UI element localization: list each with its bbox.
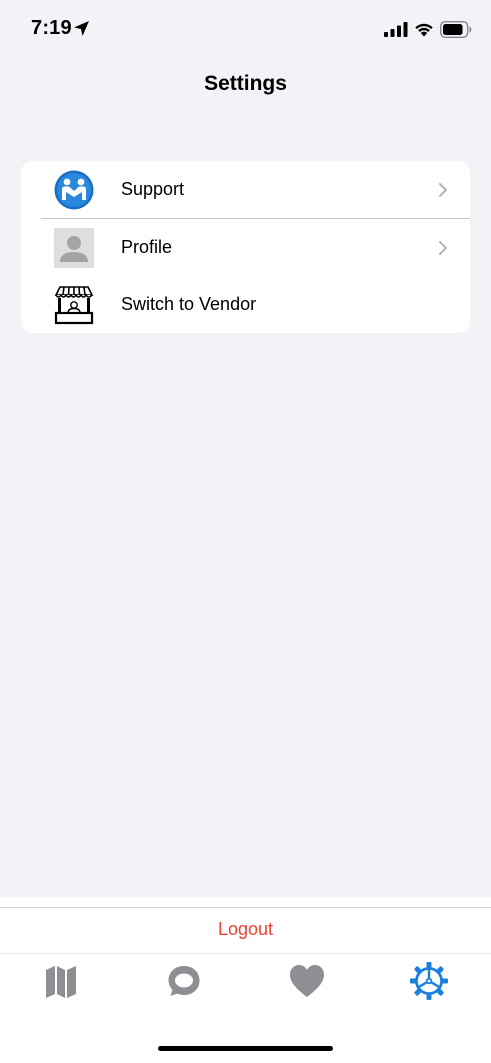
settings-row-label: Support — [121, 179, 185, 199]
tab-bar-divider — [0, 953, 491, 954]
profile-avatar-icon — [54, 228, 94, 268]
settings-row-label: Profile — [121, 237, 173, 257]
chat-bubble-icon[interactable] — [164, 961, 204, 1001]
heart-icon[interactable] — [287, 961, 327, 1001]
chevron-right-icon — [439, 183, 447, 197]
page-title: Settings — [204, 72, 287, 95]
settings-row-support[interactable]: Support — [21, 161, 470, 218]
cellular-signal-icon — [384, 22, 408, 37]
settings-row-switch-to-vendor[interactable]: Switch to Vendor — [21, 276, 470, 333]
support-handshake-icon — [54, 170, 94, 210]
home-indicator[interactable] — [158, 1046, 333, 1051]
status-time: 7:19 — [31, 17, 72, 39]
location-arrow-icon — [74, 21, 89, 36]
bottom-panel: Logout — [0, 897, 491, 1063]
settings-gear-icon[interactable] — [409, 961, 449, 1001]
settings-list: Support Profile Switch to Vendor — [21, 161, 470, 333]
chevron-right-icon — [439, 241, 447, 255]
status-bar: 7:19 — [0, 0, 491, 60]
settings-row-label: Switch to Vendor — [121, 294, 257, 314]
settings-row-profile[interactable]: Profile — [21, 219, 470, 276]
logout-button[interactable]: Logout — [0, 908, 491, 953]
vendor-stall-icon — [54, 286, 94, 325]
battery-icon — [440, 21, 472, 38]
map-icon[interactable] — [41, 961, 81, 1001]
wifi-icon — [415, 23, 433, 37]
